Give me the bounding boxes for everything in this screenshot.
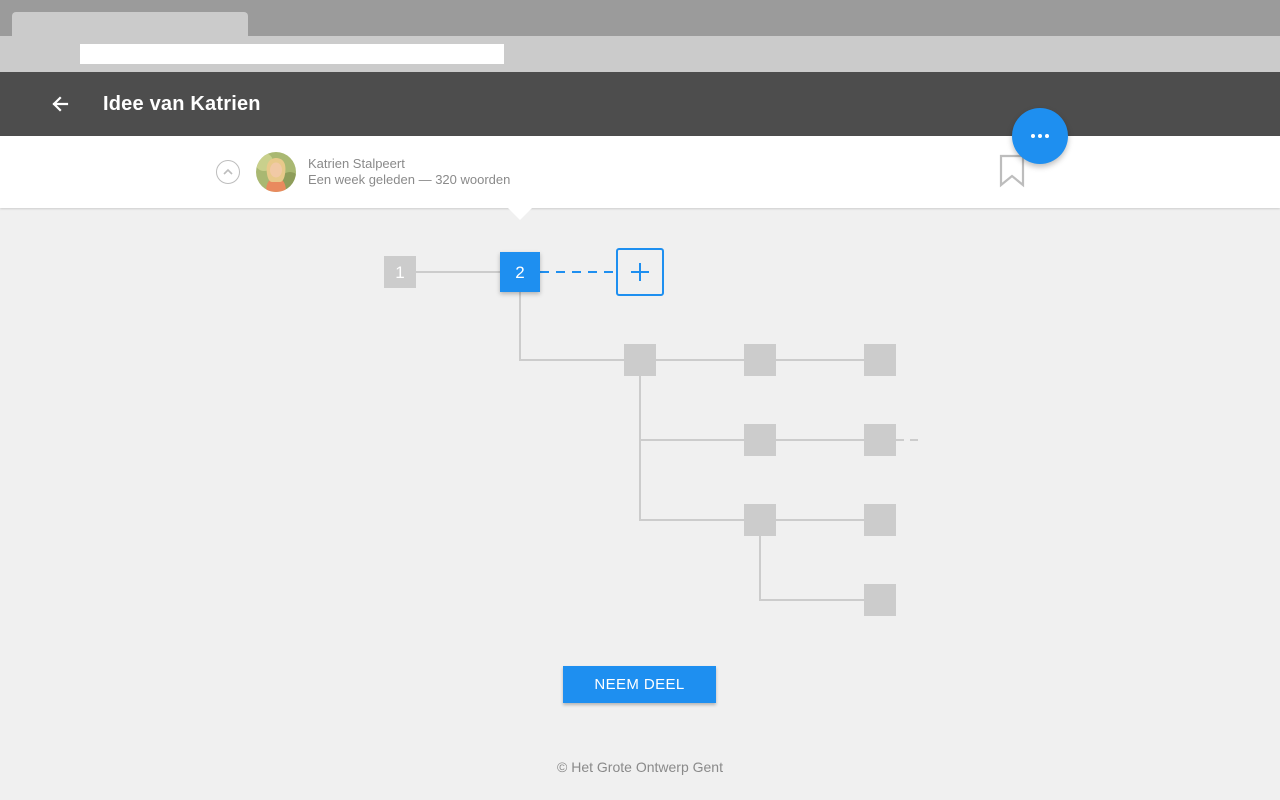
bookmark-button[interactable] — [998, 154, 1026, 188]
back-button[interactable] — [44, 88, 76, 120]
tree-node[interactable] — [864, 344, 896, 376]
connector — [759, 536, 864, 601]
tree-node[interactable] — [744, 424, 776, 456]
post-meta-bar: Katrien Stalpeert Een week geleden — 320… — [0, 136, 1280, 220]
author-name[interactable]: Katrien Stalpeert — [308, 156, 405, 171]
arrow-left-icon — [52, 96, 69, 112]
connector — [639, 376, 744, 521]
avatar-image — [256, 152, 296, 192]
meta-pointer — [508, 208, 532, 220]
tree-node[interactable] — [624, 344, 656, 376]
tree-node[interactable] — [864, 584, 896, 616]
tree-node[interactable] — [744, 344, 776, 376]
post-meta: Een week geleden — 320 woorden — [308, 172, 511, 187]
avatar[interactable] — [256, 152, 296, 192]
connector — [519, 292, 624, 361]
chevron-up-icon — [223, 168, 233, 175]
tree-node-current[interactable]: 2 — [500, 252, 540, 292]
more-options-button[interactable] — [1012, 108, 1068, 164]
address-bar[interactable] — [80, 44, 504, 64]
bookmark-icon — [999, 154, 1025, 188]
tree-connectors — [416, 271, 920, 601]
browser-tabstrip — [0, 0, 1280, 38]
add-node-button[interactable] — [616, 248, 664, 296]
tree-node[interactable] — [744, 504, 776, 536]
footer-copyright: © Het Grote Ontwerp Gent — [557, 759, 723, 775]
browser-toolbar — [0, 36, 1280, 72]
node-label: 1 — [395, 263, 404, 282]
join-button[interactable]: NEEM DEEL — [563, 666, 716, 703]
tree-node[interactable] — [864, 504, 896, 536]
tree-node[interactable] — [864, 424, 896, 456]
page-title: Idee van Katrien — [103, 93, 261, 115]
tree-node-previous[interactable]: 1 — [384, 256, 416, 288]
app-bar: Idee van Katrien — [0, 72, 1280, 136]
node-label: 2 — [515, 263, 524, 282]
more-horizontal-icon — [1031, 134, 1049, 138]
browser-tab[interactable] — [12, 12, 248, 38]
collapse-button[interactable] — [216, 160, 240, 184]
